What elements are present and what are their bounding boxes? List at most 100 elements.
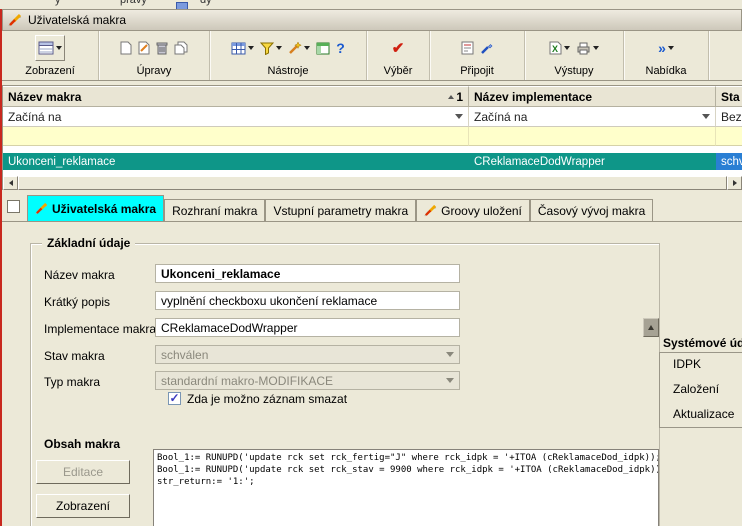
fieldset-legend: Základní údaje (42, 236, 135, 250)
chevron-down-icon (564, 46, 570, 50)
toolbar-group-label: Připojit (460, 64, 494, 79)
clipped-menu-strip: y pravy dy (0, 0, 742, 9)
grid-row-selected[interactable]: Ukonceni_reklamace CReklamaceDodWrapper … (3, 153, 742, 170)
select-button[interactable]: ✔ (390, 36, 407, 60)
macro-grid: Název makra 1 Název implementace Sta Zač… (2, 85, 742, 176)
toolbar-group-nabidka: » Nabídka (624, 31, 709, 80)
filter-input-nazev-makra[interactable] (3, 127, 469, 146)
connect-button[interactable] (478, 36, 495, 60)
arrow-right-icon (733, 180, 737, 186)
pen-icon (480, 42, 493, 55)
red-check-icon: ✔ (392, 39, 405, 57)
scroll-right-button[interactable] (727, 176, 742, 190)
toolbar-group-label: Výstupy (554, 64, 593, 79)
table-tools-button[interactable] (229, 36, 256, 60)
export-button[interactable]: X (547, 36, 572, 60)
scroll-left-button[interactable] (3, 176, 18, 190)
filter-combo-nazev-makra[interactable]: Začíná na (3, 107, 469, 127)
system-panel-item-zalozeni: Založení (673, 382, 719, 396)
grid-header-row: Název makra 1 Název implementace Sta (3, 86, 742, 107)
chevron-down-icon (455, 114, 463, 119)
chevron-down-icon (248, 46, 254, 50)
pin-checkbox[interactable] (7, 200, 20, 213)
column-header-stav[interactable]: Sta (716, 86, 742, 107)
menu-fragment: y (55, 0, 61, 6)
chevron-down-icon (446, 378, 454, 383)
toolbar-group-vyber: ✔ Výběr (367, 31, 430, 80)
summary-button[interactable] (314, 36, 332, 60)
zobrazeni-button[interactable]: Zobrazení (36, 494, 130, 518)
edit-record-button[interactable] (136, 36, 152, 60)
toolbar-group-zobrazeni: Zobrazení (2, 31, 99, 80)
toolbar-group-vystupy: X Výstupy (525, 31, 624, 80)
horizontal-scrollbar[interactable] (2, 176, 742, 190)
scrollbar-thumb[interactable] (18, 176, 727, 190)
toolbar-group-nastroje: ? Nástroje (210, 31, 367, 80)
smazat-checkbox[interactable]: ✓ (168, 392, 181, 405)
toolbar-group-label: Výběr (384, 64, 413, 79)
tab-groovy-ulozeni[interactable]: Groovy uložení (416, 199, 530, 221)
macro-icon (424, 204, 437, 217)
grid-empty-space (3, 146, 742, 153)
filter-input-nazev-implementace[interactable] (469, 127, 716, 146)
column-header-nazev-implementace[interactable]: Název implementace (469, 86, 716, 107)
filter-funnel-icon (260, 42, 274, 55)
cell-nazev-implementace[interactable]: CReklamaceDodWrapper (469, 153, 716, 170)
tab-casovy-vyvoj-makra[interactable]: Časový vývoj makra (530, 199, 653, 221)
system-panel: IDPK Založení Aktualizace (659, 352, 742, 428)
implementace-makra-field[interactable]: CReklamaceDodWrapper (155, 318, 460, 337)
column-header-nazev-makra[interactable]: Název makra 1 (3, 86, 469, 107)
filter-button[interactable] (258, 36, 284, 60)
tab-rozhrani-makra[interactable]: Rozhraní makra (164, 199, 265, 221)
filter-input-stav[interactable] (716, 127, 742, 146)
obsah-makra-label: Obsah makra (44, 437, 120, 451)
copy-record-button[interactable] (172, 36, 190, 60)
sort-indicator: 1 (448, 90, 463, 104)
attach-note-button[interactable] (459, 36, 476, 60)
editace-button[interactable]: Editace (36, 460, 130, 484)
toolbar-group-pripojit: Připojit (430, 31, 525, 80)
chevron-down-icon (304, 46, 310, 50)
chevron-down-icon (702, 114, 710, 119)
chevron-down-icon (668, 46, 674, 50)
view-mode-button[interactable] (35, 35, 65, 61)
filter-combo-stav[interactable]: Bez (716, 107, 742, 127)
implementace-lookup-button[interactable] (643, 318, 659, 337)
grid-filter-input-row (3, 127, 742, 146)
magic-wand-icon (288, 41, 302, 55)
edit-page-icon (138, 41, 150, 55)
chevron-down-icon (593, 46, 599, 50)
filter-combo-nazev-implementace[interactable]: Začíná na (469, 107, 716, 127)
stav-makra-combo[interactable]: schválen (155, 345, 460, 364)
cell-stav[interactable]: schv (716, 153, 742, 170)
typ-makra-combo[interactable]: standardní makro-MODIFIKACE (155, 371, 460, 390)
system-panel-title: Systémové úd (663, 336, 742, 350)
question-icon: ? (336, 40, 345, 56)
macro-icon (8, 13, 22, 27)
chevron-down-icon (276, 46, 282, 50)
code-line: str_return:= '1:'; (157, 476, 655, 488)
copy-pages-icon (174, 41, 188, 55)
checkmark-icon: ✓ (169, 392, 179, 404)
smazat-checkbox-label: Zda je možno záznam smazat (187, 392, 347, 406)
delete-record-button[interactable] (154, 36, 170, 60)
panel-titlebar: Uživatelská makra (2, 9, 742, 31)
nazev-makra-field[interactable]: Ukonceni_reklamace (155, 264, 460, 283)
menu-fragment: dy (200, 0, 212, 6)
menu-button[interactable]: » (656, 36, 676, 60)
macro-code-area[interactable]: Bool_1:= RUNUPD('update rck set rck_fert… (153, 449, 659, 526)
print-button[interactable] (574, 36, 601, 60)
tab-vstupni-parametry-makra[interactable]: Vstupní parametry makra (265, 199, 416, 221)
cell-nazev-makra[interactable]: Ukonceni_reklamace (3, 153, 469, 170)
kratky-popis-field[interactable]: vyplnění checkboxu ukončení reklamace (155, 291, 460, 310)
new-record-button[interactable] (118, 36, 134, 60)
window-left-red-border (0, 9, 2, 526)
toolbar-group-label: Úpravy (137, 64, 172, 79)
arrow-left-icon (9, 180, 13, 186)
wizard-button[interactable] (286, 36, 312, 60)
help-button[interactable]: ? (334, 36, 347, 60)
tab-uzivatelska-makra[interactable]: Uživatelská makra (27, 195, 164, 221)
printer-icon (576, 42, 591, 55)
svg-text:X: X (552, 44, 558, 54)
toolbar: Zobrazení (2, 31, 742, 81)
